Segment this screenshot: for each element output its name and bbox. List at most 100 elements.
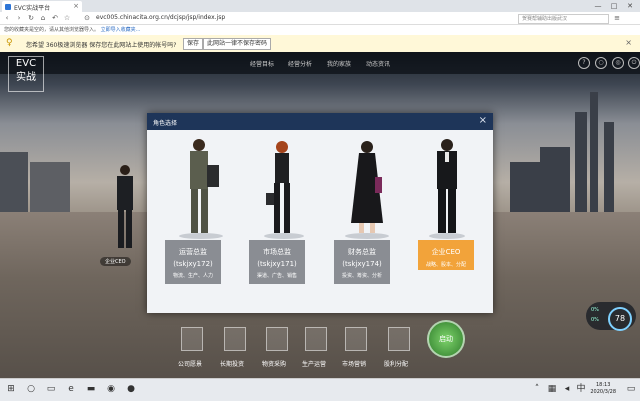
building xyxy=(0,152,28,212)
role-resp: 渠道、广告、销售 xyxy=(256,273,297,279)
password-save-bar: ♀ 您希望 360极速浏览器 保存您在此网站上使用的帐号吗? 保存 此网站一律不… xyxy=(0,35,640,53)
role-card-ceo[interactable]: 企业CEO 战略、股本、分配 xyxy=(418,240,474,270)
start-icon[interactable]: ⊞ xyxy=(4,382,18,396)
ime-icon[interactable]: 中 xyxy=(574,382,588,396)
tool-label: 公司愿景 xyxy=(178,361,203,368)
logo-text-top: EVC xyxy=(15,58,37,69)
import-bookmarks-link[interactable]: 立即导入收藏夹... xyxy=(101,27,141,33)
browser-360-icon[interactable]: ◉ xyxy=(104,382,118,396)
operations-director-figure[interactable] xyxy=(169,135,229,240)
browser-nav-bar: ‹ › ↻ ⌂ ↶ ☆ ⊙ evc005.chinacita.org.cn/dc… xyxy=(0,12,640,25)
role-select-dialog: 角色选择 × 运营总监 (tskjxy172) 物流、生产、人力 市场总监 (t… xyxy=(147,113,493,313)
role-card-finance[interactable]: 财务总监 (tskjxy174) 投资、筹资、分析 xyxy=(334,240,390,284)
tab-title: EVC实战平台 xyxy=(14,5,51,12)
bookmark-notice: 您的收藏夹是空的，请从其他浏览器导入。 xyxy=(4,27,100,33)
volume-icon[interactable]: ◂ xyxy=(560,382,574,396)
edge-icon[interactable]: e xyxy=(64,382,78,396)
ceo-dialog-figure[interactable] xyxy=(417,135,477,240)
tool-label: 长期投资 xyxy=(220,361,245,368)
dividend-icon[interactable] xyxy=(388,327,410,351)
task-view-icon[interactable]: ▭ xyxy=(44,382,58,396)
browser-tab-bar: EVC实战平台 × — □ ✕ xyxy=(0,0,640,12)
nav-item[interactable]: 经营目标 xyxy=(250,59,274,68)
role-resp: 投资、筹资、分析 xyxy=(341,273,382,279)
home-icon[interactable]: ⌂ xyxy=(38,12,48,24)
building xyxy=(540,147,570,212)
clock-time: 18:13 xyxy=(595,382,611,388)
role-name: 运营总监 xyxy=(179,248,207,256)
gauge-row1: 0% xyxy=(591,307,599,313)
back-icon[interactable]: ‹ xyxy=(2,12,12,24)
user-icon[interactable]: ◎ xyxy=(612,57,624,69)
search-icon[interactable]: ○ xyxy=(24,382,38,396)
role-card-operations[interactable]: 运营总监 (tskjxy172) 物流、生产、人力 xyxy=(165,240,221,284)
building xyxy=(30,162,70,212)
logout-icon[interactable]: ⏻ xyxy=(628,57,640,69)
never-save-button[interactable]: 此网站一律不保存密码 xyxy=(203,38,272,50)
search-input[interactable]: 贺赛帮辅助出版武汉 xyxy=(518,14,609,24)
browser-tab[interactable]: EVC实战平台 × xyxy=(2,1,82,12)
building xyxy=(575,112,587,212)
explorer-icon[interactable]: ▬ xyxy=(84,382,98,396)
address-bar[interactable]: evc005.chinacita.org.cn/dcjsp/jsp/index.… xyxy=(96,14,516,22)
dialog-title: 角色选择 xyxy=(153,120,178,127)
ceo-figure[interactable] xyxy=(108,162,142,252)
top-nav: 经营目标 经营分析 我的家族 动态资讯 ? ○ ◎ ⏻ xyxy=(0,52,640,74)
nav-item[interactable]: 经营分析 xyxy=(288,59,312,68)
production-icon[interactable] xyxy=(305,327,327,351)
investment-icon[interactable] xyxy=(224,327,246,351)
role-name: 财务总监 xyxy=(348,248,376,256)
marketing-icon[interactable] xyxy=(345,327,367,351)
undo-icon[interactable]: ↶ xyxy=(50,12,60,24)
logo-text-bottom: 实战 xyxy=(16,72,36,83)
tool-label: 物资采购 xyxy=(262,361,287,368)
password-prompt: 您希望 360极速浏览器 保存您在此网站上使用的帐号吗? xyxy=(26,42,177,49)
app-icon[interactable]: ● xyxy=(124,382,138,396)
finance-director-figure[interactable] xyxy=(337,135,397,240)
menu-icon[interactable]: ≡ xyxy=(612,12,622,24)
role-name: 市场总监 xyxy=(263,248,291,256)
windows-taskbar: ⊞ ○ ▭ e ▬ ◉ ● ˄ ▦ ◂ 中 18:13 2020/3/28 ▭ xyxy=(0,378,640,401)
logo: EVC 实战 xyxy=(8,56,44,92)
role-resp: 物流、生产、人力 xyxy=(172,273,213,279)
close-icon[interactable]: × xyxy=(479,115,487,126)
tab-close-icon[interactable]: × xyxy=(73,2,79,10)
building xyxy=(510,162,540,212)
start-button[interactable]: 启动 xyxy=(427,320,465,358)
tray-up-icon[interactable]: ˄ xyxy=(530,382,544,396)
clock-date: 2020/3/28 xyxy=(590,389,616,395)
minimize-icon[interactable]: — xyxy=(590,0,606,12)
maximize-icon[interactable]: □ xyxy=(606,0,622,12)
lock-icon: ⊙ xyxy=(84,14,90,22)
tool-label: 市场营销 xyxy=(342,361,367,368)
star-icon[interactable]: ☆ xyxy=(62,12,72,24)
vision-icon[interactable] xyxy=(181,327,203,351)
network-icon[interactable]: ▦ xyxy=(545,382,559,396)
close-window-icon[interactable]: ✕ xyxy=(622,0,638,12)
score-gauge: 0% 0% 78 xyxy=(586,302,636,331)
role-code: (tskjxy172) xyxy=(173,260,213,268)
dialog-header: 角色选择 × xyxy=(147,113,493,130)
save-password-button[interactable]: 保存 xyxy=(183,38,204,50)
tool-label: 股利分配 xyxy=(384,361,409,368)
gauge-row2: 0% xyxy=(591,317,599,323)
tool-label: 生产运营 xyxy=(302,361,327,368)
ceo-label: 企业CEO xyxy=(100,257,131,266)
clock[interactable]: 18:13 2020/3/28 xyxy=(590,382,616,396)
marketing-director-figure[interactable] xyxy=(252,135,312,240)
nav-item[interactable]: 动态资讯 xyxy=(366,59,390,68)
role-resp: 战略、股本、分配 xyxy=(425,262,466,268)
building xyxy=(604,122,614,212)
bookmark-bar: 您的收藏夹是空的，请从其他浏览器导入。 立即导入收藏夹... xyxy=(0,25,640,35)
site-favicon-icon xyxy=(5,4,11,10)
nav-item[interactable]: 我的家族 xyxy=(327,59,351,68)
purchase-icon[interactable] xyxy=(266,327,288,351)
key-icon: ♀ xyxy=(6,38,13,48)
role-card-marketing[interactable]: 市场总监 (tskjxy171) 渠道、广告、销售 xyxy=(249,240,305,284)
close-bar-icon[interactable]: × xyxy=(625,38,632,47)
help-icon[interactable]: ? xyxy=(578,57,590,69)
refresh-icon[interactable]: ↻ xyxy=(26,12,36,24)
notification-icon[interactable]: ▭ xyxy=(624,382,638,396)
settings-icon[interactable]: ○ xyxy=(595,57,607,69)
forward-icon[interactable]: › xyxy=(14,12,24,24)
